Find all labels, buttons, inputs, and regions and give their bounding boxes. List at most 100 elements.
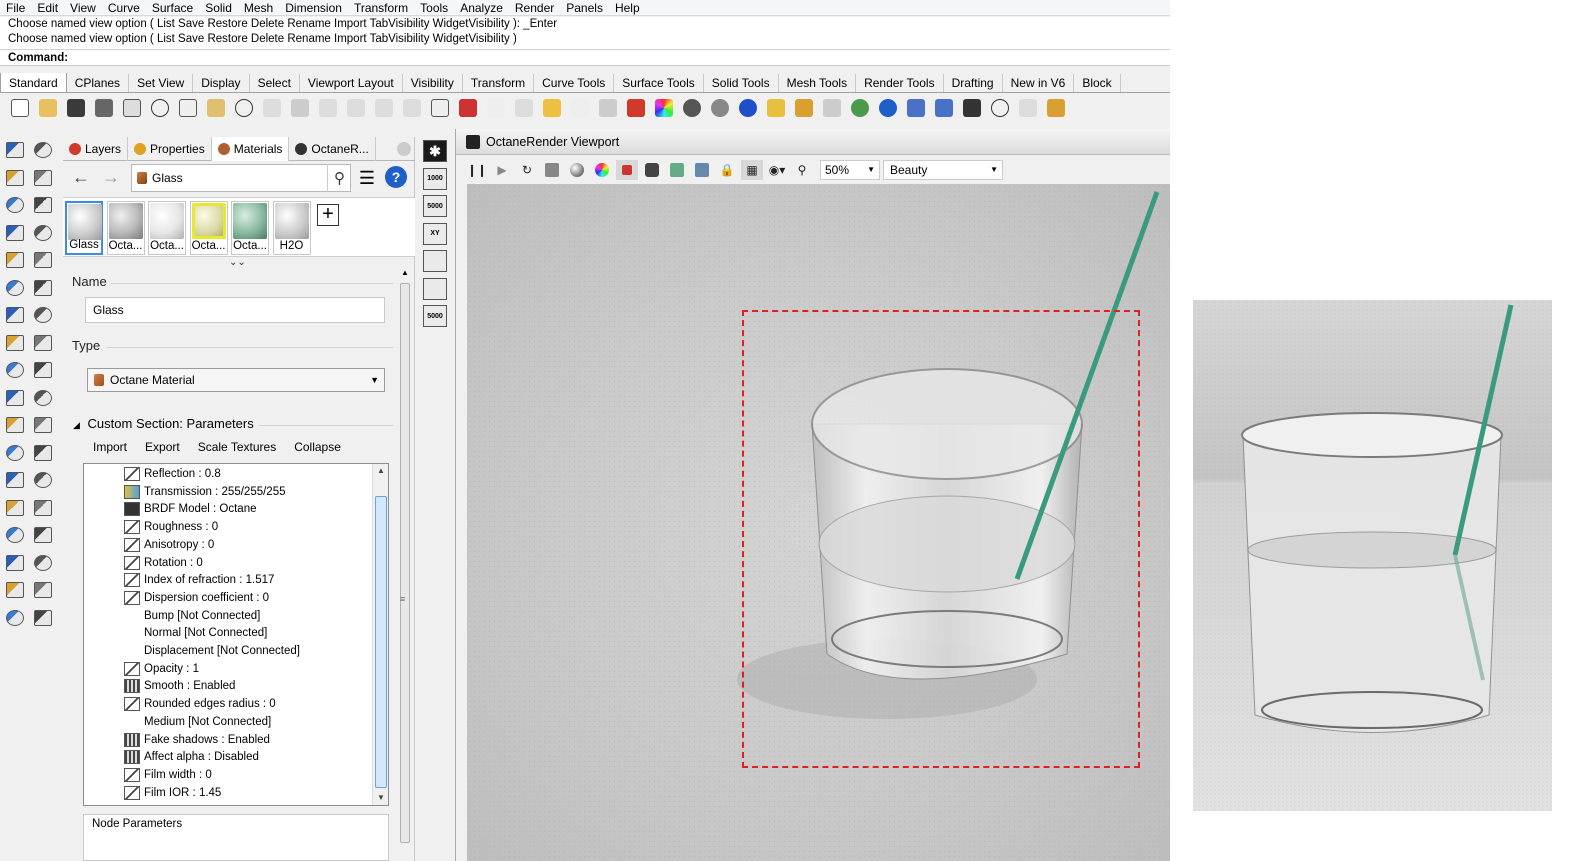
menu-item-analyze[interactable]: Analyze <box>454 0 509 15</box>
tab-new-in-v6[interactable]: New in V6 <box>1003 74 1075 92</box>
curve-icon[interactable] <box>30 166 56 190</box>
check-icon[interactable] <box>30 578 56 602</box>
parameter-row[interactable]: Fake shadows : Enabled <box>124 731 270 749</box>
material-swatch[interactable]: Octa... <box>231 201 269 255</box>
explode-icon[interactable] <box>30 358 56 382</box>
text-icon[interactable] <box>2 468 28 492</box>
parameter-row[interactable]: Roughness : 0 <box>124 518 218 536</box>
tab-visibility[interactable]: Visibility <box>403 74 463 92</box>
play-icon[interactable]: ▶ <box>491 160 513 180</box>
splitter-grip[interactable]: ≡ <box>400 594 405 604</box>
block-icon[interactable] <box>902 96 929 120</box>
join-icon[interactable] <box>2 413 28 437</box>
shade-icon[interactable] <box>678 96 705 120</box>
action-import[interactable]: Import <box>93 440 127 454</box>
region-render-icon[interactable] <box>616 160 638 180</box>
parameter-row[interactable]: Dispersion coefficient : 0 <box>124 589 269 607</box>
earth-icon[interactable] <box>846 96 873 120</box>
zoom-icon[interactable]: ⚲ <box>791 160 813 180</box>
menu-item-surface[interactable]: Surface <box>146 0 199 15</box>
panel-scroll-thumb[interactable] <box>400 283 410 843</box>
layer-icon[interactable] <box>622 96 649 120</box>
rectangle-icon[interactable] <box>30 221 56 245</box>
copy-block-icon[interactable] <box>1014 96 1041 120</box>
point-icon[interactable] <box>30 138 56 162</box>
offset-icon[interactable] <box>2 441 28 465</box>
hide-icon[interactable] <box>2 606 28 630</box>
material-type-select[interactable]: Octane Material ▼ <box>87 368 385 392</box>
octane-logo-icon[interactable]: ✱ <box>423 140 447 162</box>
hamburger-menu-icon[interactable]: ☰ <box>356 168 378 188</box>
back-arrow-icon[interactable]: ← <box>67 164 95 190</box>
trim-icon[interactable] <box>30 441 56 465</box>
zoom-select[interactable]: 50% ▼ <box>820 160 880 180</box>
pause-icon[interactable]: ❙❙ <box>466 160 488 180</box>
help-icon[interactable] <box>874 96 901 120</box>
save-icon[interactable] <box>62 96 89 120</box>
undo-icon[interactable] <box>230 96 257 120</box>
boolean-icon[interactable] <box>2 358 28 382</box>
help-icon[interactable]: ? <box>385 166 407 188</box>
parameter-row[interactable]: Index of refraction : 1.517 <box>124 571 274 589</box>
parameter-row[interactable]: Normal [Not Connected] <box>124 624 267 642</box>
render-icon[interactable] <box>706 96 733 120</box>
parameter-row[interactable]: Anisotropy : 0 <box>124 536 214 554</box>
sphere-icon[interactable] <box>734 96 761 120</box>
zoom-selected-icon[interactable] <box>370 96 397 120</box>
revolve-icon[interactable] <box>30 276 56 300</box>
layout-grid-icon[interactable]: ▦ <box>741 160 763 180</box>
parameter-row[interactable]: Opacity : 1 <box>124 660 199 678</box>
circle-icon[interactable] <box>2 193 28 217</box>
render-pass-select[interactable]: Beauty ▼ <box>883 160 1003 180</box>
gear-icon[interactable] <box>790 96 817 120</box>
rotate-view-icon[interactable] <box>286 96 313 120</box>
export-icon[interactable] <box>666 160 688 180</box>
arc-icon[interactable] <box>2 248 28 272</box>
snap-icon[interactable] <box>818 96 845 120</box>
material-swatch[interactable]: H2O <box>272 201 311 255</box>
tab-block[interactable]: Block <box>1074 74 1121 92</box>
parameter-row[interactable]: BRDF Model : Octane <box>124 500 256 518</box>
plane-icon[interactable] <box>30 331 56 355</box>
material-swatch[interactable]: Octa... <box>148 201 186 255</box>
snap-icon[interactable] <box>30 551 56 575</box>
forward-arrow-icon[interactable]: → <box>97 164 125 190</box>
paint-icon[interactable] <box>30 606 56 630</box>
ellipse-icon[interactable] <box>30 193 56 217</box>
menu-item-mesh[interactable]: Mesh <box>238 0 279 15</box>
tab-standard[interactable]: Standard <box>0 73 67 92</box>
tab-viewport-layout[interactable]: Viewport Layout <box>300 74 403 92</box>
tab-curve-tools[interactable]: Curve Tools <box>534 74 615 92</box>
z-icon[interactable] <box>986 96 1013 120</box>
scale-icon[interactable] <box>30 386 56 410</box>
panel-tab-octaner[interactable]: OctaneR... <box>289 137 376 161</box>
single-view-icon[interactable] <box>423 250 447 272</box>
menu-item-view[interactable]: View <box>64 0 102 15</box>
point-icon[interactable] <box>538 96 565 120</box>
menu-item-solid[interactable]: Solid <box>199 0 238 15</box>
layout-icon[interactable] <box>30 496 56 520</box>
new-file-icon[interactable] <box>6 96 33 120</box>
copy-icon[interactable] <box>174 96 201 120</box>
scroll-up-icon[interactable]: ▲ <box>401 268 409 277</box>
select-icon[interactable] <box>2 138 28 162</box>
region-selection-rect[interactable] <box>742 310 1140 768</box>
lock-icon[interactable]: 🔒 <box>716 160 738 180</box>
lock-icon[interactable] <box>594 96 621 120</box>
four-view-icon[interactable] <box>426 96 453 120</box>
tab-drafting[interactable]: Drafting <box>944 74 1003 92</box>
print-icon[interactable] <box>90 96 117 120</box>
dimension-icon[interactable] <box>30 468 56 492</box>
panel-tab-layers[interactable]: Layers <box>63 137 129 161</box>
open-folder-icon[interactable] <box>34 96 61 120</box>
scroll-up-icon[interactable]: ▲ <box>373 464 388 478</box>
group-icon[interactable] <box>2 496 28 520</box>
spotlight-icon[interactable] <box>762 96 789 120</box>
cut-icon[interactable] <box>146 96 173 120</box>
tab-solid-tools[interactable]: Solid Tools <box>704 74 779 92</box>
menu-item-help[interactable]: Help <box>609 0 646 15</box>
camera-icon[interactable] <box>641 160 663 180</box>
tab-select[interactable]: Select <box>250 74 300 92</box>
insert-icon[interactable] <box>930 96 957 120</box>
menu-item-panels[interactable]: Panels <box>560 0 609 15</box>
